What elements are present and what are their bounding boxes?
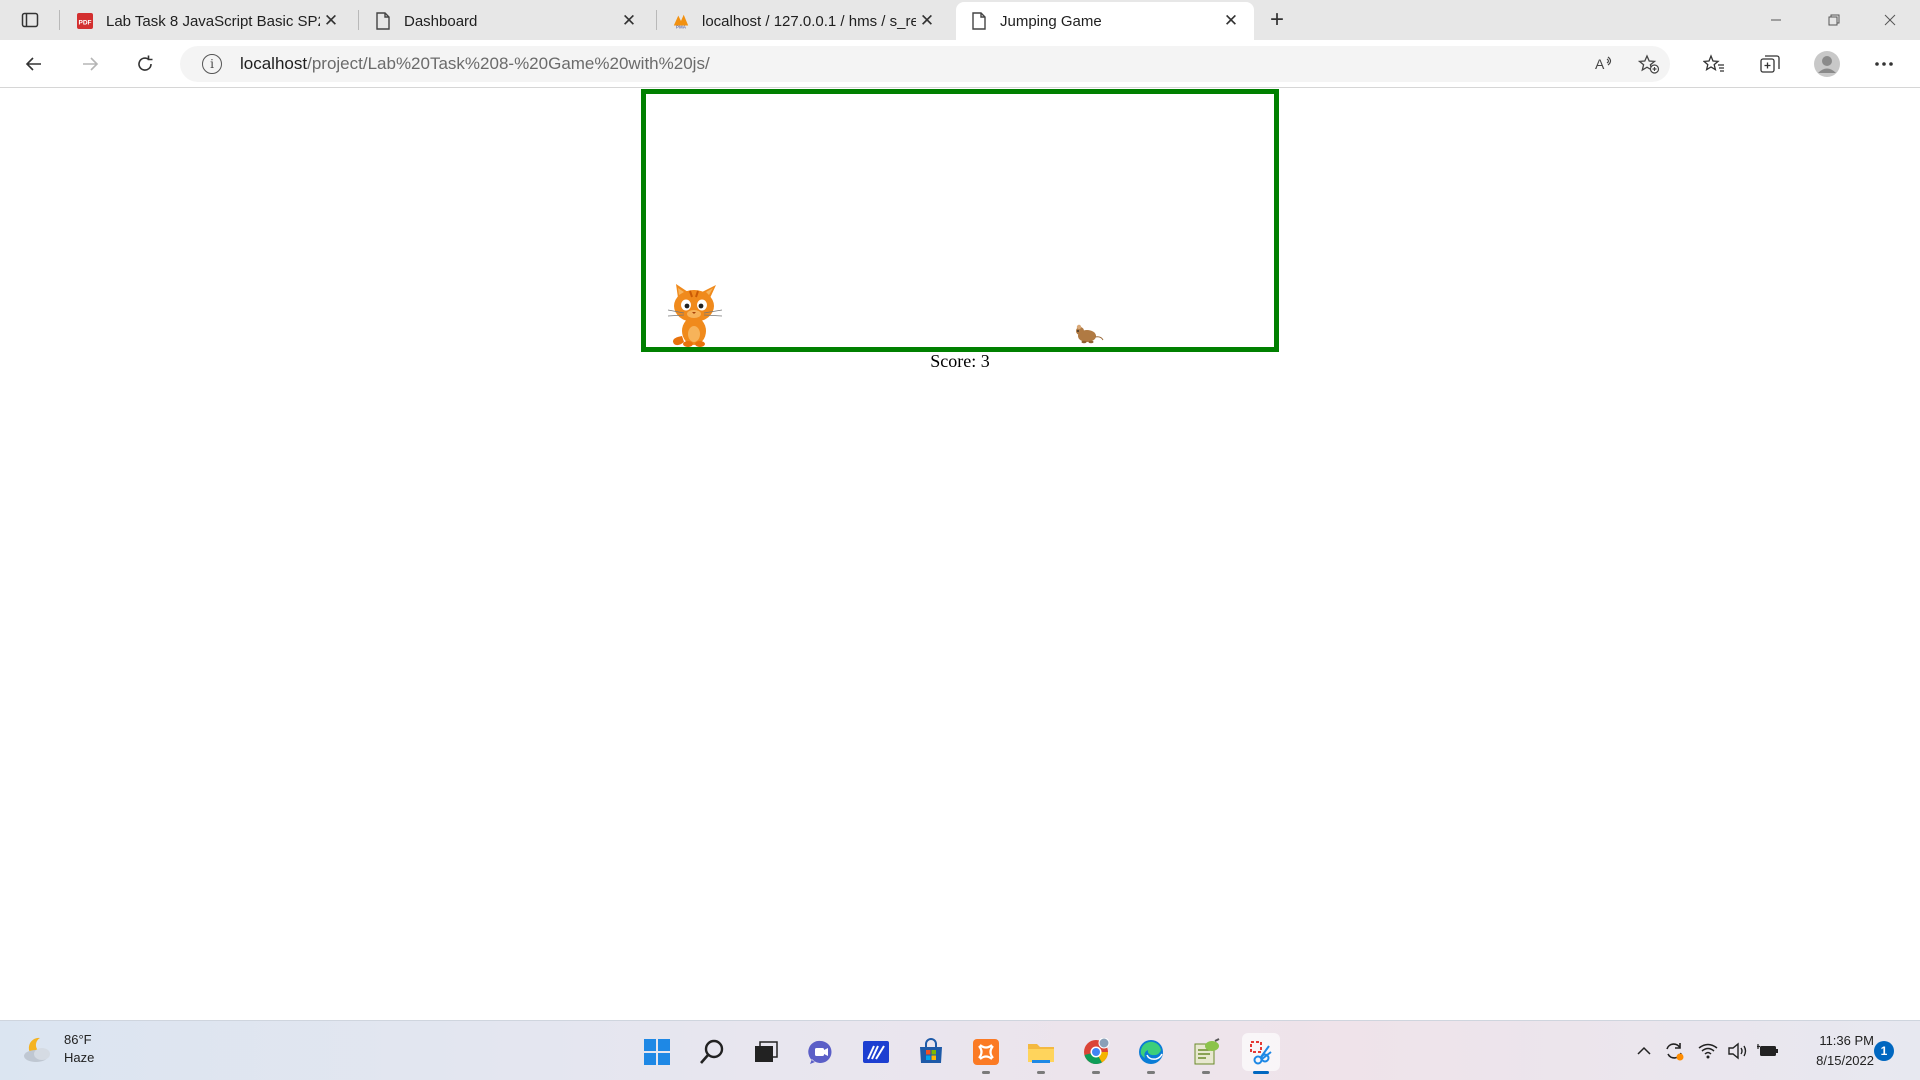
file-explorer-button[interactable] <box>1022 1033 1060 1074</box>
taskbar: 86°F Haze 11:36 PM 8/15/2022 1 <box>0 1020 1920 1080</box>
tab-strip: PDF Lab Task 8 JavaScript Basic SP21- ✕ … <box>0 0 1920 40</box>
store-button[interactable] <box>912 1033 950 1071</box>
page-icon <box>970 12 988 30</box>
restore-button[interactable] <box>1806 0 1862 40</box>
score-label: Score: 3 <box>930 351 990 371</box>
file-explorer-icon <box>1028 1044 1054 1063</box>
start-icon <box>644 1039 670 1065</box>
arrow-left-icon <box>25 57 41 71</box>
tab-label: Jumping Game <box>1000 12 1102 30</box>
chat-button[interactable] <box>802 1033 840 1071</box>
arrow-right-icon <box>83 57 99 71</box>
close-tab-icon[interactable]: ✕ <box>618 10 640 32</box>
tab-label: Dashboard <box>404 12 478 30</box>
back-button[interactable] <box>16 48 52 80</box>
tab-phpmyadmin[interactable]: PMA localhost / 127.0.0.1 / hms / s_re ✕ <box>658 2 950 40</box>
edge-button[interactable] <box>1132 1033 1170 1074</box>
start-button[interactable] <box>638 1033 676 1071</box>
tab-jumping-game[interactable]: Jumping Game ✕ <box>956 2 1254 40</box>
task-view-button[interactable] <box>747 1033 785 1071</box>
notepad-plus-icon <box>1194 1038 1220 1065</box>
editor-app-button[interactable] <box>857 1033 895 1071</box>
restore-icon <box>1828 14 1840 26</box>
tab-dashboard[interactable]: Dashboard ✕ <box>360 2 652 40</box>
cat-character <box>667 284 723 347</box>
tab-label: localhost / 127.0.0.1 / hms / s_re <box>702 12 916 30</box>
url-path: /project/Lab%20Task%208-%20Game%20with%2… <box>307 54 710 73</box>
svg-text:PMA: PMA <box>676 25 687 30</box>
close-tab-icon[interactable]: ✕ <box>320 10 342 32</box>
avatar-icon <box>1814 51 1840 77</box>
notification-badge[interactable]: 1 <box>1874 1041 1894 1061</box>
chat-icon <box>808 1040 832 1064</box>
tab-label: Lab Task 8 JavaScript Basic SP21- <box>106 12 320 30</box>
xampp-button[interactable] <box>967 1033 1005 1074</box>
chevron-up-icon[interactable] <box>1632 1039 1656 1063</box>
close-tab-icon[interactable]: ✕ <box>1220 10 1242 32</box>
battery-icon[interactable] <box>1756 1039 1780 1063</box>
phpmyadmin-icon: PMA <box>672 12 690 30</box>
chrome-button[interactable] <box>1077 1033 1115 1074</box>
new-tab-button[interactable]: + <box>1262 5 1292 35</box>
settings-more-button[interactable] <box>1866 48 1902 80</box>
url-host: localhost <box>240 54 308 73</box>
weather-condition: Haze <box>64 1050 95 1065</box>
svg-text:A: A <box>1595 56 1605 72</box>
store-icon <box>920 1038 942 1063</box>
game-area[interactable] <box>641 89 1279 352</box>
site-info-icon[interactable]: i <box>202 54 222 74</box>
pdf-icon: PDF <box>76 12 94 30</box>
address-bar[interactable]: i localhost/project/Lab%20Task%208-%20Ga… <box>180 46 1670 82</box>
favorites-button[interactable] <box>1696 48 1732 80</box>
forward-button[interactable] <box>72 48 108 80</box>
collections-button[interactable] <box>1752 48 1788 80</box>
page-icon <box>374 12 392 30</box>
minimize-button[interactable] <box>1748 0 1804 40</box>
collections-icon <box>1760 55 1780 73</box>
weather-haze-icon <box>24 1037 50 1062</box>
search-icon <box>700 1039 724 1064</box>
close-tab-icon[interactable]: ✕ <box>916 10 938 32</box>
refresh-button[interactable] <box>127 48 163 80</box>
profile-button[interactable] <box>1809 48 1845 80</box>
close-window-button[interactable] <box>1862 0 1918 40</box>
xampp-icon <box>973 1039 999 1065</box>
tab-actions-button[interactable] <box>10 6 50 34</box>
snipping-tool-button[interactable] <box>1242 1033 1280 1074</box>
svg-text:PDF: PDF <box>79 20 92 27</box>
weather-temperature: 86°F <box>64 1032 92 1047</box>
browser-toolbar: i localhost/project/Lab%20Task%208-%20Ga… <box>0 40 1920 88</box>
snipping-tool-icon <box>1250 1041 1272 1065</box>
notepad-plus-button[interactable] <box>1187 1033 1225 1074</box>
minimize-icon <box>1771 19 1781 21</box>
wifi-icon[interactable] <box>1696 1039 1720 1063</box>
mouse-obstacle <box>1076 324 1104 344</box>
editor-icon <box>863 1041 889 1063</box>
tab-lab-task-pdf[interactable]: PDF Lab Task 8 JavaScript Basic SP21- ✕ <box>62 2 354 40</box>
read-aloud-icon[interactable]: A <box>1590 52 1618 76</box>
favorites-icon <box>1703 54 1724 72</box>
chrome-icon <box>1084 1038 1110 1065</box>
edge-icon <box>1139 1040 1163 1064</box>
add-favorite-icon[interactable] <box>1635 52 1663 76</box>
clock-time: 11:36 PM <box>1819 1033 1874 1048</box>
search-button[interactable] <box>693 1033 731 1071</box>
system-clock[interactable]: 11:36 PM 8/15/2022 <box>1786 1031 1874 1071</box>
page-viewport: Score: 3 <box>0 89 1920 1020</box>
volume-icon[interactable] <box>1726 1039 1750 1063</box>
weather-widget[interactable]: 86°F Haze <box>20 1031 94 1067</box>
refresh-icon <box>138 55 153 71</box>
close-icon <box>1884 14 1896 26</box>
task-view-icon <box>755 1041 778 1062</box>
more-horizontal-icon <box>1875 62 1893 66</box>
clock-date: 8/15/2022 <box>1816 1053 1874 1068</box>
sync-icon[interactable] <box>1662 1039 1686 1063</box>
tab-actions-icon <box>21 12 39 28</box>
